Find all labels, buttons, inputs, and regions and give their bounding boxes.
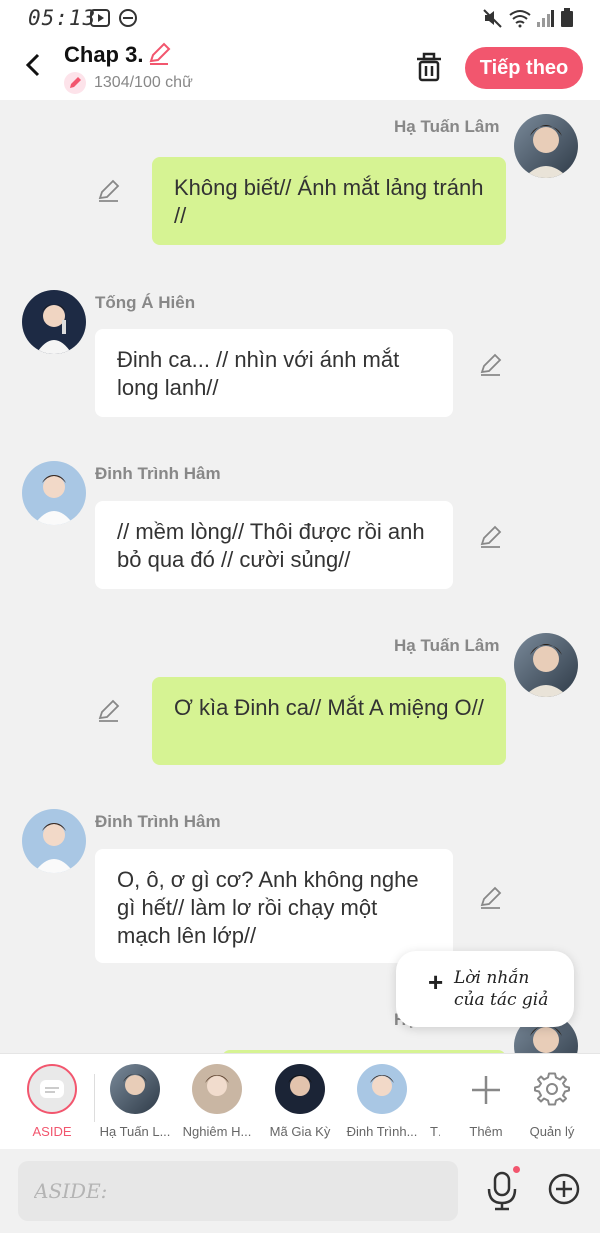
avatar[interactable]	[22, 461, 86, 525]
word-count: 1304/100 chữ	[94, 74, 193, 91]
message-bubble[interactable]: Ơ kìa Đinh ca// Mắt A miệng O//	[152, 677, 506, 765]
notification-dot	[513, 1166, 520, 1173]
avatar	[357, 1064, 407, 1114]
character-label: Nghiêm H...	[182, 1124, 252, 1139]
plus-icon	[472, 1076, 500, 1104]
gear-icon	[534, 1072, 570, 1106]
plus-icon: +	[428, 967, 444, 997]
chat-area: Hạ Tuấn Lâm Không biết// Ánh mắt lảng tr…	[0, 100, 600, 1053]
avatar[interactable]	[514, 633, 578, 697]
character-partial[interactable]: Tr	[410, 1064, 440, 1139]
battery-icon	[561, 8, 573, 27]
aside-icon	[27, 1064, 77, 1114]
speaker-name: Đinh Trình Hâm	[95, 464, 221, 483]
speaker-name: Tống Á Hiên	[95, 293, 196, 312]
avatar	[275, 1064, 325, 1114]
manage-button[interactable]: Quản lý	[512, 1064, 592, 1139]
character-label: Tr	[430, 1124, 440, 1139]
header: Chap 3. 1304/100 chữ Tiếp theo	[0, 36, 600, 100]
message-bubble[interactable]: Không biết// Ánh mắt lảng tránh //	[152, 157, 506, 245]
character-label: ASIDE	[32, 1124, 72, 1139]
mute-icon	[483, 9, 502, 28]
message-bubble[interactable]: Đinh ca... // nhìn với ánh mắt long lanh…	[95, 329, 453, 417]
speaker-name: Hạ Tuấn Lâm	[394, 636, 500, 655]
avatar[interactable]	[514, 114, 578, 178]
character-label: Hạ Tuấn L...	[99, 1124, 171, 1139]
avatar	[192, 1064, 242, 1114]
message-input[interactable]	[18, 1161, 458, 1221]
avatar[interactable]	[22, 809, 86, 873]
character-ha-tuan-lam[interactable]: Hạ Tuấn L...	[95, 1064, 175, 1139]
author-note-label: của tác giả	[454, 990, 549, 1010]
input-bar	[0, 1149, 600, 1233]
character-label: Mã Gia Kỳ	[269, 1124, 331, 1139]
edit-title-icon[interactable]	[146, 41, 172, 67]
character-bar: ASIDE Hạ Tuấn L... Nghiêm H... Mã Gia Kỳ…	[0, 1053, 600, 1150]
add-circle-icon[interactable]	[546, 1171, 582, 1207]
chapter-title: Chap 3.	[64, 42, 144, 67]
next-button[interactable]: Tiếp theo	[465, 47, 583, 89]
avatar[interactable]	[22, 290, 86, 354]
signal-icon	[537, 10, 554, 27]
edit-message-icon[interactable]	[478, 524, 504, 550]
back-arrow-icon[interactable]	[20, 50, 50, 80]
avatar	[110, 1064, 160, 1114]
edit-message-icon[interactable]	[96, 178, 122, 204]
speaker-name: Đinh Trình Hâm	[95, 812, 221, 831]
edit-message-icon[interactable]	[478, 352, 504, 378]
edit-message-icon[interactable]	[478, 885, 504, 911]
edit-message-icon[interactable]	[96, 698, 122, 724]
microphone-icon[interactable]	[484, 1169, 520, 1213]
do-not-disturb-icon	[119, 9, 137, 27]
wifi-icon	[509, 10, 531, 28]
speaker-name: Hạ Tuấn Lâm	[394, 117, 500, 136]
status-bar: 05:13	[0, 0, 600, 36]
author-note-button[interactable]: + Lời nhắn của tác giả	[396, 951, 574, 1027]
word-count-icon	[64, 72, 86, 94]
character-aside[interactable]: ASIDE	[12, 1064, 92, 1139]
youtube-icon	[90, 9, 110, 27]
character-nghiem[interactable]: Nghiêm H...	[177, 1064, 257, 1139]
character-ma-gia-ky[interactable]: Mã Gia Kỳ	[260, 1064, 340, 1139]
message-bubble[interactable]: // mềm lòng// Thôi được rồi anh bỏ qua đ…	[95, 501, 453, 589]
manage-label: Quản lý	[529, 1124, 575, 1139]
author-note-label: Lời nhắn	[454, 968, 530, 988]
status-time: 05:13	[28, 6, 97, 30]
message-bubble[interactable]: O, ô, ơ gì cơ? Anh không nghe gì hết// l…	[95, 849, 453, 963]
delete-icon[interactable]	[412, 50, 446, 84]
